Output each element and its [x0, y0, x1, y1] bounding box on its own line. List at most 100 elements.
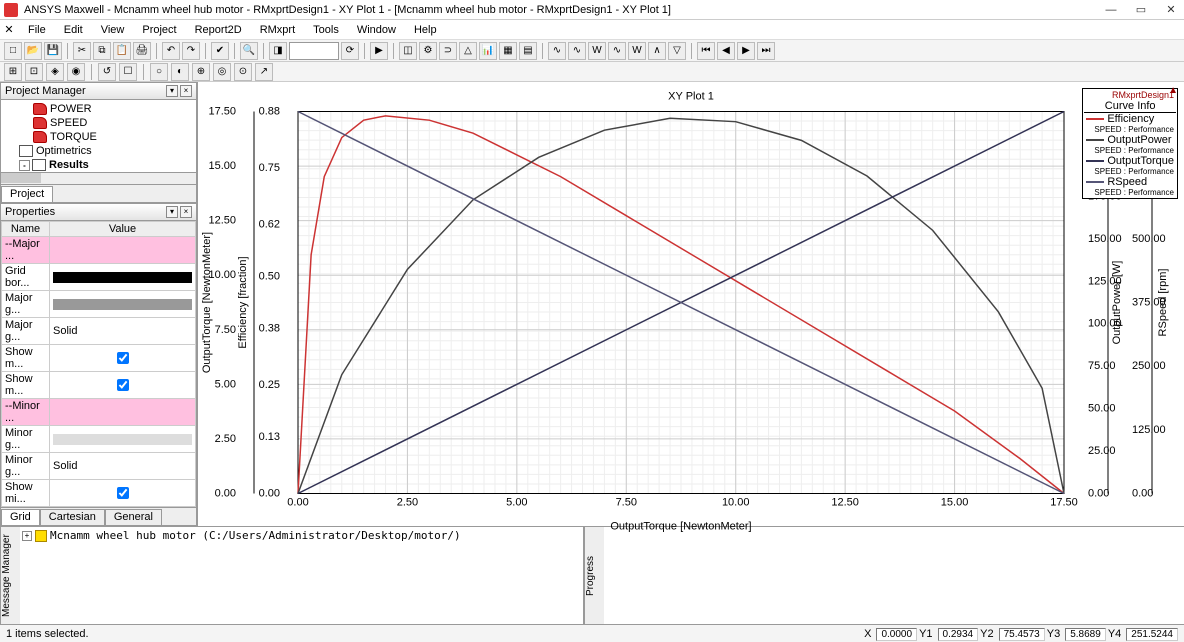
- undo-button[interactable]: ↶: [162, 42, 180, 60]
- wave7-icon[interactable]: ▽: [668, 42, 686, 60]
- prop-name[interactable]: Minor g...: [2, 453, 50, 480]
- t2-j[interactable]: ◎: [213, 63, 231, 81]
- close-button[interactable]: ✕: [1162, 1, 1180, 19]
- prop-value[interactable]: Solid: [50, 318, 196, 345]
- prev-button[interactable]: ◀: [717, 42, 735, 60]
- prop-name[interactable]: Major g...: [2, 318, 50, 345]
- tree-toggle-icon[interactable]: -: [19, 160, 30, 171]
- prop-name[interactable]: Show m...: [2, 372, 50, 399]
- t2-l[interactable]: ↗: [255, 63, 273, 81]
- tree-hscroll[interactable]: [1, 173, 41, 183]
- properties-grid[interactable]: NameValue --Major ...Grid bor...Major g.…: [0, 221, 197, 508]
- prop-value[interactable]: [50, 345, 196, 372]
- mdi-close-icon[interactable]: ✕: [2, 23, 16, 37]
- tree-item[interactable]: POWER: [1, 102, 196, 116]
- prop-value[interactable]: [50, 426, 196, 453]
- wave1-icon[interactable]: ∿: [548, 42, 566, 60]
- design-button[interactable]: ⚙: [419, 42, 437, 60]
- t2-g[interactable]: ○: [150, 63, 168, 81]
- menu-report2d[interactable]: Report2D: [187, 22, 250, 38]
- wave2-icon[interactable]: ∿: [568, 42, 586, 60]
- tab-grid[interactable]: Grid: [1, 509, 40, 525]
- zoom-button[interactable]: 🔍: [240, 42, 258, 60]
- prop-value[interactable]: [50, 237, 196, 264]
- prop-name[interactable]: --Minor ...: [2, 399, 50, 426]
- prop-name[interactable]: Major g...: [2, 291, 50, 318]
- menu-view[interactable]: View: [93, 22, 133, 38]
- tab-cartesian[interactable]: Cartesian: [40, 509, 105, 525]
- report-button[interactable]: ▤: [519, 42, 537, 60]
- table-button[interactable]: ▦: [499, 42, 517, 60]
- minimize-button[interactable]: —: [1102, 1, 1120, 19]
- legend-item[interactable]: OutputTorque: [1084, 155, 1176, 167]
- t2-c[interactable]: ◈: [46, 63, 64, 81]
- t2-k[interactable]: ⊙: [234, 63, 252, 81]
- t2-a[interactable]: ⊞: [4, 63, 22, 81]
- new-button[interactable]: □: [4, 42, 22, 60]
- t2-e[interactable]: ↺: [98, 63, 116, 81]
- checkbox[interactable]: [117, 487, 129, 499]
- pm-pin-icon[interactable]: ▾: [166, 85, 178, 97]
- legend[interactable]: RMxprtDesign1 Curve Info EfficiencySPEED…: [1082, 88, 1178, 199]
- menu-window[interactable]: Window: [349, 22, 404, 38]
- prop-name[interactable]: Grid bor...: [2, 264, 50, 291]
- menu-edit[interactable]: Edit: [56, 22, 91, 38]
- checkbox[interactable]: [117, 352, 129, 364]
- prop-name[interactable]: Show mi...: [2, 480, 50, 507]
- prop-name[interactable]: Minor g...: [2, 426, 50, 453]
- analyze-button[interactable]: ▶: [370, 42, 388, 60]
- menu-rmxprt[interactable]: RMxprt: [252, 22, 303, 38]
- t2-i[interactable]: ⊕: [192, 63, 210, 81]
- xy-plot-chart[interactable]: XY Plot 10.002.505.007.5010.0012.5015.00…: [198, 82, 1184, 535]
- prop-value[interactable]: [50, 480, 196, 507]
- t2-b[interactable]: ⊡: [25, 63, 43, 81]
- combo-1[interactable]: [289, 42, 339, 60]
- dv-button[interactable]: ◫: [399, 42, 417, 60]
- prop-value[interactable]: Solid: [50, 453, 196, 480]
- redo-button[interactable]: ↷: [182, 42, 200, 60]
- legend-item[interactable]: OutputPower: [1084, 134, 1176, 146]
- wave3-icon[interactable]: W: [588, 42, 606, 60]
- prop-value[interactable]: [50, 372, 196, 399]
- message-pane[interactable]: + Mcnamm wheel hub motor (C:/Users/Admin…: [20, 527, 584, 624]
- validate-button[interactable]: ✔: [211, 42, 229, 60]
- prop-close-icon[interactable]: ×: [180, 206, 192, 218]
- legend-item[interactable]: Efficiency: [1084, 113, 1176, 125]
- cut-button[interactable]: ✂: [73, 42, 91, 60]
- tree-item[interactable]: TORQUE: [1, 130, 196, 144]
- first-button[interactable]: ⏮: [697, 42, 715, 60]
- menu-help[interactable]: Help: [406, 22, 445, 38]
- flag-icon[interactable]: ▲: [1168, 85, 1178, 96]
- wave4-icon[interactable]: ∿: [608, 42, 626, 60]
- expand-icon[interactable]: +: [22, 531, 32, 541]
- opti-button[interactable]: △: [459, 42, 477, 60]
- copy-button[interactable]: ⧉: [93, 42, 111, 60]
- magnet-icon[interactable]: ⊃: [439, 42, 457, 60]
- print-button[interactable]: 🖨: [133, 42, 151, 60]
- open-button[interactable]: 📂: [24, 42, 42, 60]
- col-name[interactable]: Name: [2, 222, 50, 237]
- t2-f[interactable]: ☐: [119, 63, 137, 81]
- checkbox[interactable]: [117, 379, 129, 391]
- tree-item[interactable]: -Results: [1, 158, 196, 172]
- col-value[interactable]: Value: [50, 222, 196, 237]
- wave5-icon[interactable]: W: [628, 42, 646, 60]
- paste-button[interactable]: 📋: [113, 42, 131, 60]
- maximize-button[interactable]: ▭: [1132, 1, 1150, 19]
- prop-pin-icon[interactable]: ▾: [166, 206, 178, 218]
- tab-general[interactable]: General: [105, 509, 162, 525]
- prop-value[interactable]: [50, 264, 196, 291]
- t2-h[interactable]: ◐: [171, 63, 189, 81]
- next-button[interactable]: ▶: [737, 42, 755, 60]
- chart-button[interactable]: 📊: [479, 42, 497, 60]
- pm-close-icon[interactable]: ×: [180, 85, 192, 97]
- t2-d[interactable]: ◉: [67, 63, 85, 81]
- menu-tools[interactable]: Tools: [305, 22, 347, 38]
- tree-item[interactable]: SPEED: [1, 116, 196, 130]
- refresh-button[interactable]: ⟳: [341, 42, 359, 60]
- toggle-button[interactable]: ◨: [269, 42, 287, 60]
- project-tab[interactable]: Project: [1, 186, 53, 202]
- menu-file[interactable]: File: [20, 22, 54, 38]
- prop-name[interactable]: --Major ...: [2, 237, 50, 264]
- wave6-icon[interactable]: ∧: [648, 42, 666, 60]
